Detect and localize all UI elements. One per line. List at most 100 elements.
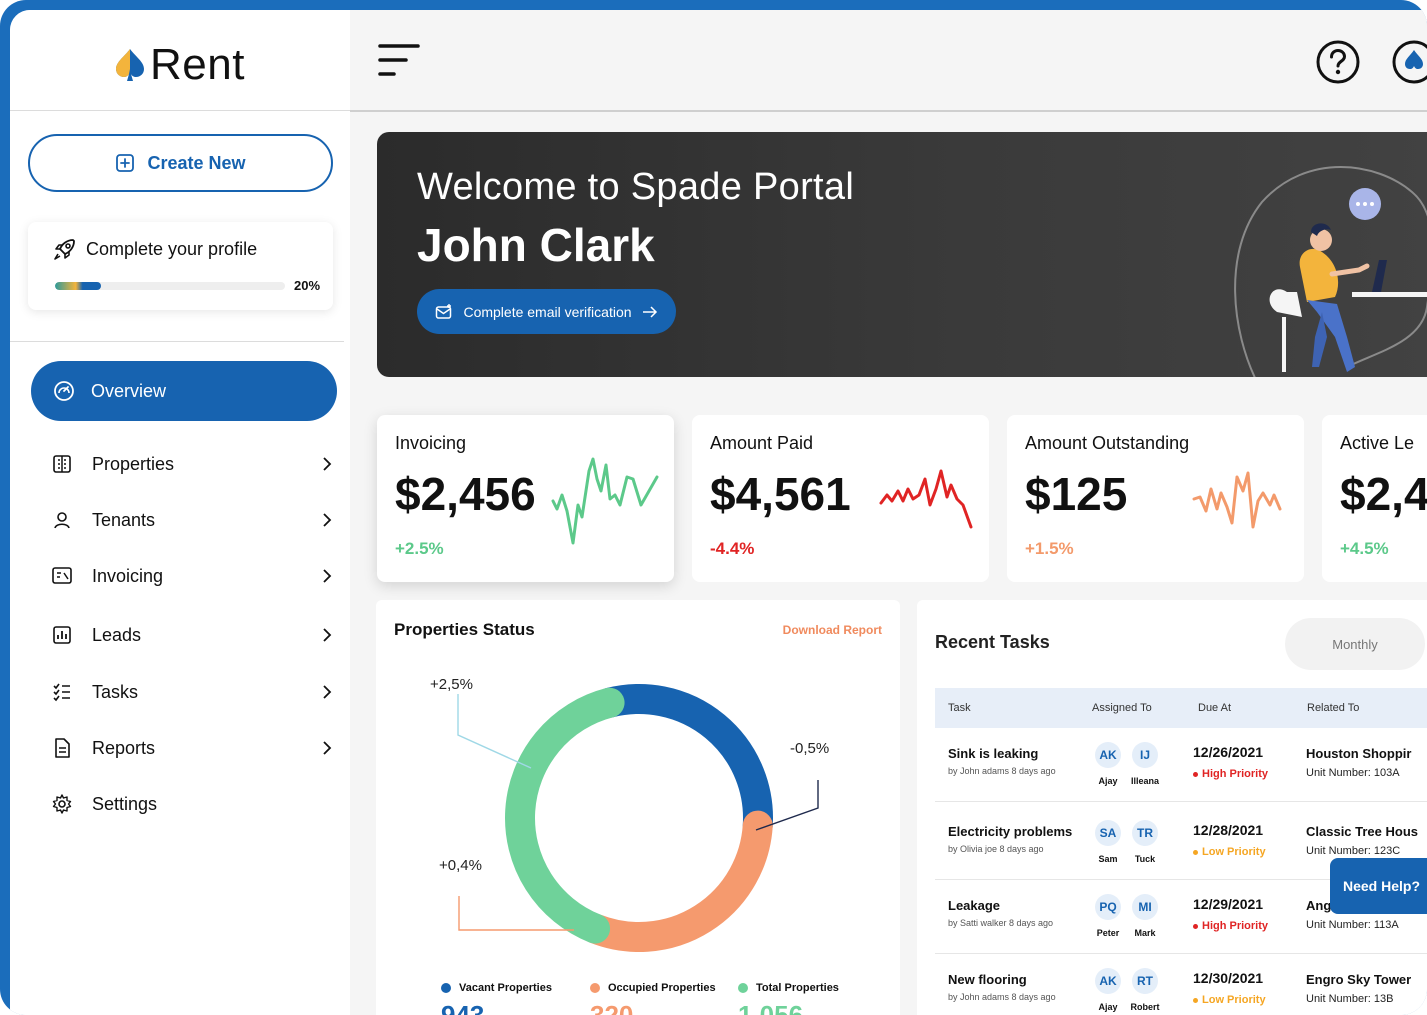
help-button[interactable] — [1316, 40, 1360, 89]
stat-card-amount-paid[interactable]: Amount Paid $4,561 -4.4% — [692, 415, 989, 582]
legend-item-total: Total Properties — [738, 982, 839, 994]
sidebar-item-label: Tenants — [92, 509, 156, 530]
priority-dot — [1193, 923, 1198, 929]
brand-name: Rent — [150, 40, 245, 89]
donut-slice-2[interactable] — [505, 687, 625, 944]
priority-label: Low Priority — [1202, 994, 1266, 1006]
column-header-assigned: Assigned To — [1092, 702, 1152, 714]
stat-card-active-leases[interactable]: Active Le $2,4 +4.5% — [1322, 415, 1427, 582]
chevron-right-icon — [319, 512, 335, 528]
legend-dot — [590, 983, 600, 993]
priority-badge: Low Priority — [1193, 846, 1266, 858]
profile-completion-card[interactable]: Complete your profile 20% — [28, 222, 333, 310]
divider — [10, 341, 344, 342]
stat-change: -4.4% — [710, 539, 755, 558]
sidebar-item-invoicing[interactable]: Invoicing — [50, 556, 335, 596]
app-screen: Rent Create New Complete your profile 20… — [10, 10, 1427, 1015]
donut-arcs — [505, 684, 773, 952]
sidebar-item-tasks[interactable]: Tasks — [50, 672, 335, 712]
sparkline-red — [879, 469, 973, 529]
assignee-avatar[interactable]: SA — [1095, 820, 1121, 846]
task-name: Electricity problems — [948, 824, 1073, 839]
sidebar-item-label: Overview — [91, 380, 167, 401]
donut-slice-1[interactable] — [580, 810, 773, 952]
stat-card-amount-outstanding[interactable]: Amount Outstanding $125 +1.5% — [1007, 415, 1304, 582]
properties-status-panel: Properties Status Download Report +2,5% … — [376, 600, 900, 1015]
legend-item-occupied: Occupied Properties — [590, 982, 716, 994]
need-help-button[interactable]: Need Help? — [1330, 858, 1427, 914]
create-new-button[interactable]: Create New — [28, 134, 333, 192]
sidebar-item-tenants[interactable]: Tenants — [50, 500, 335, 540]
stat-value: $2,456 — [395, 468, 536, 520]
welcome-banner: Welcome to Spade Portal John Clark Compl… — [377, 132, 1427, 377]
question-circle-icon — [1316, 40, 1360, 84]
table-row[interactable]: Sink is leaking by John adams 8 days ago A… — [935, 728, 1427, 802]
due-date: 12/26/2021 — [1193, 744, 1264, 760]
occupied-change-label: +0,4% — [439, 857, 482, 874]
email-verification-button[interactable]: Complete email verification — [417, 289, 676, 334]
chart-icon — [50, 623, 74, 647]
chevron-right-icon — [319, 456, 335, 472]
user-avatar-button[interactable] — [1392, 40, 1427, 89]
sidebar-item-leads[interactable]: Leads — [50, 615, 335, 655]
due-date: 12/28/2021 — [1193, 822, 1264, 838]
priority-dot — [1193, 849, 1198, 855]
divider — [10, 110, 350, 111]
table-row[interactable]: New flooring by John adams 8 days ago AK RT… — [935, 954, 1427, 1015]
dashboard-gauge-icon — [54, 381, 74, 401]
assignee-avatar[interactable]: IJ — [1132, 742, 1158, 768]
menu-toggle-button[interactable] — [378, 42, 420, 85]
occupied-count: 320 — [590, 1000, 634, 1015]
unit-number: Unit Number: 103A — [1306, 767, 1400, 779]
period-filter-select[interactable]: Monthly — [1285, 618, 1425, 670]
chevron-right-icon — [319, 627, 335, 643]
assignee-avatar[interactable]: PQ — [1095, 894, 1121, 920]
sidebar-item-label: Properties — [92, 453, 175, 474]
sidebar-item-properties[interactable]: Properties — [50, 444, 335, 484]
related-property: Classic Tree Hous — [1306, 824, 1418, 839]
priority-label: High Priority — [1202, 920, 1269, 932]
brand-logo[interactable]: Rent — [114, 40, 245, 90]
assignee-avatar[interactable]: MI — [1132, 894, 1158, 920]
stat-card-invoicing[interactable]: Invoicing $2,456 +2.5% — [377, 415, 674, 582]
column-header-related: Related To — [1307, 702, 1360, 714]
legend-label: Vacant Properties — [459, 982, 552, 994]
app-frame: Rent Create New Complete your profile 20… — [0, 0, 1427, 1015]
user-name: John Clark — [417, 219, 655, 271]
tasks-table-header: Task Assigned To Due At Related To — [935, 688, 1427, 728]
assignee-name: Illeana — [1130, 776, 1159, 786]
sidebar-item-settings[interactable]: Settings — [50, 784, 335, 824]
assignee-avatar[interactable]: AK — [1095, 968, 1121, 994]
divider — [350, 110, 1427, 112]
profile-progress-bar — [55, 282, 285, 290]
legend-item-vacant: Vacant Properties — [441, 982, 552, 994]
welcome-heading: Welcome to Spade Portal — [417, 166, 855, 208]
stat-title: Active Le — [1340, 433, 1415, 453]
chevron-right-icon — [319, 568, 335, 584]
sidebar-item-reports[interactable]: Reports — [50, 728, 335, 768]
unit-number: Unit Number: 13B — [1306, 993, 1394, 1005]
stat-value: $4,561 — [710, 468, 851, 520]
email-verification-label: Complete email verification — [463, 303, 632, 320]
legend-dot — [738, 983, 748, 993]
priority-badge: High Priority — [1193, 920, 1268, 932]
donut-slice-0[interactable] — [594, 684, 773, 841]
assignee-name: Ajay — [1098, 1002, 1118, 1012]
chevron-right-icon — [319, 684, 335, 700]
person-at-desk-illustration — [1234, 166, 1427, 377]
stat-value: $2,4 — [1340, 468, 1427, 520]
total-count: 1,056 — [738, 1000, 804, 1015]
total-change-label: +2,5% — [430, 676, 473, 693]
assignee-name: Sam — [1098, 854, 1118, 864]
due-date: 12/30/2021 — [1193, 970, 1264, 986]
sidebar-item-overview[interactable]: Overview — [31, 361, 337, 421]
assignee-avatar[interactable]: TR — [1132, 820, 1158, 846]
profile-progress-label: 20% — [294, 278, 321, 293]
profile-progress-fill — [55, 282, 101, 290]
legend-dot — [441, 983, 451, 993]
sparkline-green — [551, 457, 659, 545]
assignee-avatar[interactable]: AK — [1095, 742, 1121, 768]
assignee-avatar[interactable]: RT — [1132, 968, 1158, 994]
invoice-icon — [50, 564, 74, 588]
rocket-icon — [54, 239, 75, 260]
